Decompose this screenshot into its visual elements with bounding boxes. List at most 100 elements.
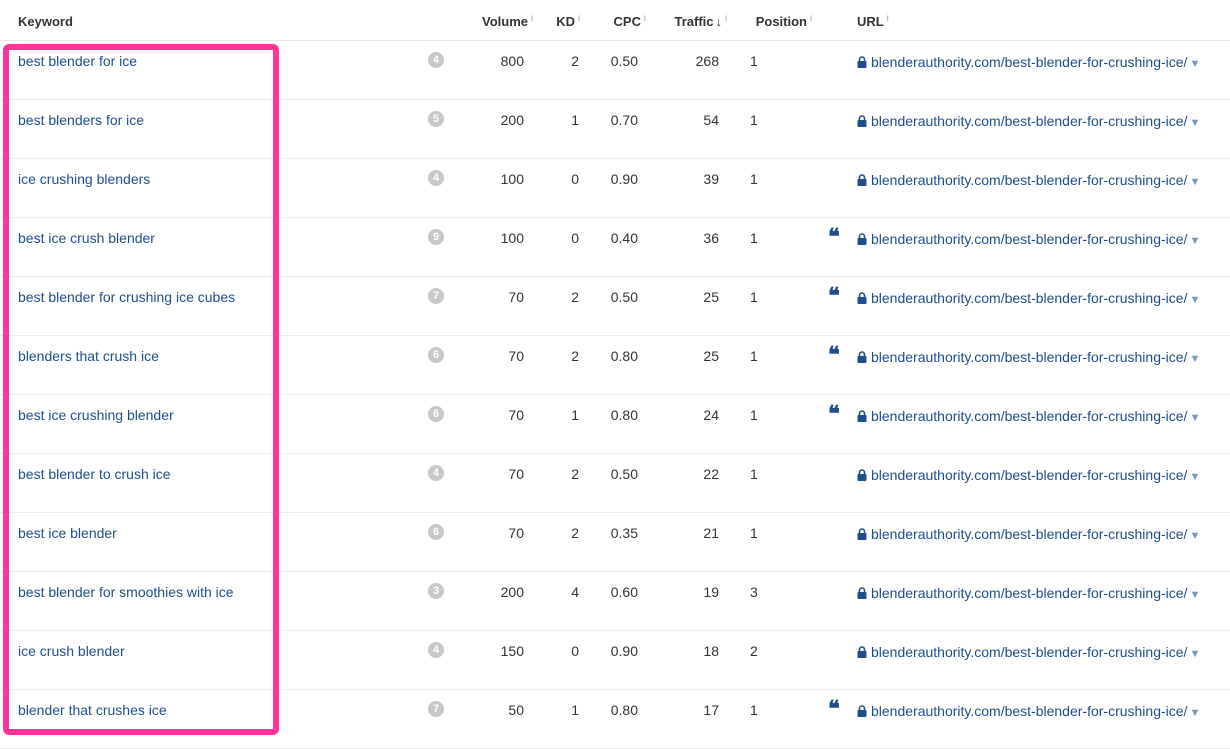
info-icon[interactable]: i xyxy=(810,13,812,23)
url-link[interactable]: blenderauthority.com/best-blender-for-cr… xyxy=(857,170,1202,192)
keyword-difficulty-badge[interactable]: 4 xyxy=(428,465,444,481)
caret-down-icon[interactable]: ▼ xyxy=(1189,58,1200,70)
url-link[interactable]: blenderauthority.com/best-blender-for-cr… xyxy=(857,701,1202,723)
caret-down-icon[interactable]: ▼ xyxy=(1189,235,1200,247)
lock-icon xyxy=(857,292,867,304)
quote-icon: ❝ xyxy=(828,342,840,368)
column-header-volume[interactable]: Volume i xyxy=(482,13,533,30)
keyword-difficulty-badge[interactable]: 5 xyxy=(428,111,444,127)
quote-icon: ❝ xyxy=(828,696,840,722)
quote-icon: ❝ xyxy=(828,224,840,250)
cpc-value: 0.80 xyxy=(610,702,638,718)
column-header-cpc[interactable]: CPC i xyxy=(614,13,646,30)
keyword-link[interactable]: best blender for ice xyxy=(18,52,137,70)
keyword-link[interactable]: best blender to crush ice xyxy=(18,465,171,483)
caret-down-icon[interactable]: ▼ xyxy=(1189,530,1200,542)
table-row: best blenders for ice 5 200 1 0.70 54 1 … xyxy=(0,100,1230,159)
position-value: 1 xyxy=(750,702,758,718)
caret-down-icon[interactable]: ▼ xyxy=(1189,412,1200,424)
traffic-value: 25 xyxy=(703,348,719,364)
keyword-difficulty-badge[interactable]: 4 xyxy=(428,642,444,658)
table-row: ice crushing blenders 4 100 0 0.90 39 1 … xyxy=(0,159,1230,218)
url-link[interactable]: blenderauthority.com/best-blender-for-cr… xyxy=(857,229,1202,251)
kd-value: 2 xyxy=(571,525,579,541)
url-link[interactable]: blenderauthority.com/best-blender-for-cr… xyxy=(857,642,1202,664)
url-text: blenderauthority.com/best-blender-for-cr… xyxy=(871,526,1188,542)
info-icon[interactable]: i xyxy=(725,13,727,23)
column-header-url[interactable]: URL i xyxy=(857,13,889,30)
kd-value: 2 xyxy=(571,466,579,482)
keyword-difficulty-badge[interactable]: 7 xyxy=(428,701,444,717)
caret-down-icon[interactable]: ▼ xyxy=(1189,589,1200,601)
url-text: blenderauthority.com/best-blender-for-cr… xyxy=(871,644,1188,660)
keyword-link[interactable]: ice crushing blenders xyxy=(18,170,150,188)
column-header-traffic[interactable]: Traffic ↓ i xyxy=(674,13,727,30)
caret-down-icon[interactable]: ▼ xyxy=(1189,176,1200,188)
info-icon[interactable]: i xyxy=(531,13,533,23)
info-icon[interactable]: i xyxy=(644,13,646,23)
column-header-keyword-label: Keyword xyxy=(18,14,73,29)
keyword-difficulty-badge[interactable]: 6 xyxy=(428,524,444,540)
info-icon[interactable]: i xyxy=(887,13,889,23)
url-link[interactable]: blenderauthority.com/best-blender-for-cr… xyxy=(857,52,1202,74)
position-value: 1 xyxy=(750,289,758,305)
column-header-kd[interactable]: KD i xyxy=(556,13,580,30)
url-text: blenderauthority.com/best-blender-for-cr… xyxy=(871,703,1188,719)
url-link[interactable]: blenderauthority.com/best-blender-for-cr… xyxy=(857,288,1202,310)
traffic-value: 17 xyxy=(703,702,719,718)
volume-value: 70 xyxy=(508,525,524,541)
volume-value: 150 xyxy=(500,643,524,659)
keyword-difficulty-badge[interactable]: 6 xyxy=(428,347,444,363)
keyword-link[interactable]: best ice blender xyxy=(18,524,117,542)
keyword-link[interactable]: best blender for crushing ice cubes xyxy=(18,288,235,306)
caret-down-icon[interactable]: ▼ xyxy=(1189,117,1200,129)
traffic-value: 39 xyxy=(703,171,719,187)
keyword-link[interactable]: blenders that crush ice xyxy=(18,347,159,365)
url-text: blenderauthority.com/best-blender-for-cr… xyxy=(871,408,1188,424)
url-text: blenderauthority.com/best-blender-for-cr… xyxy=(871,231,1188,247)
keyword-difficulty-badge[interactable]: 4 xyxy=(428,170,444,186)
quote-icon: ❝ xyxy=(828,401,840,427)
keyword-difficulty-badge[interactable]: 3 xyxy=(428,583,444,599)
caret-down-icon[interactable]: ▼ xyxy=(1189,471,1200,483)
column-header-volume-label: Volume xyxy=(482,14,528,29)
url-link[interactable]: blenderauthority.com/best-blender-for-cr… xyxy=(857,524,1202,546)
keyword-link[interactable]: best ice crush blender xyxy=(18,229,155,247)
traffic-value: 268 xyxy=(695,53,719,69)
url-link[interactable]: blenderauthority.com/best-blender-for-cr… xyxy=(857,347,1202,369)
caret-down-icon[interactable]: ▼ xyxy=(1189,648,1200,660)
traffic-value: 19 xyxy=(703,584,719,600)
kd-value: 2 xyxy=(571,348,579,364)
keyword-link[interactable]: best ice crushing blender xyxy=(18,406,174,424)
keyword-link[interactable]: blender that crushes ice xyxy=(18,701,167,719)
keyword-difficulty-badge[interactable]: 9 xyxy=(428,229,444,245)
position-value: 3 xyxy=(750,584,758,600)
keyword-link[interactable]: best blender for smoothies with ice xyxy=(18,583,234,601)
column-header-keyword[interactable]: Keyword xyxy=(18,14,73,30)
column-header-position[interactable]: Position i xyxy=(756,13,812,30)
url-text: blenderauthority.com/best-blender-for-cr… xyxy=(871,349,1188,365)
caret-down-icon[interactable]: ▼ xyxy=(1189,707,1200,719)
url-link[interactable]: blenderauthority.com/best-blender-for-cr… xyxy=(857,406,1202,428)
volume-value: 800 xyxy=(500,53,524,69)
keyword-link[interactable]: ice crush blender xyxy=(18,642,125,660)
info-icon[interactable]: i xyxy=(578,13,580,23)
url-link[interactable]: blenderauthority.com/best-blender-for-cr… xyxy=(857,111,1202,133)
quote-icon: ❝ xyxy=(828,283,840,309)
keyword-difficulty-badge[interactable]: 7 xyxy=(428,288,444,304)
table-row: best ice blender 6 70 2 0.35 21 1 blende… xyxy=(0,513,1230,572)
keyword-link[interactable]: best blenders for ice xyxy=(18,111,144,129)
keyword-difficulty-badge[interactable]: 4 xyxy=(428,52,444,68)
cpc-value: 0.50 xyxy=(610,466,638,482)
caret-down-icon[interactable]: ▼ xyxy=(1189,353,1200,365)
url-link[interactable]: blenderauthority.com/best-blender-for-cr… xyxy=(857,583,1202,605)
position-value: 1 xyxy=(750,230,758,246)
kd-value: 2 xyxy=(571,289,579,305)
table-row: blenders that crush ice 6 70 2 0.80 25 1… xyxy=(0,336,1230,395)
cpc-value: 0.70 xyxy=(610,112,638,128)
keyword-difficulty-badge[interactable]: 6 xyxy=(428,406,444,422)
caret-down-icon[interactable]: ▼ xyxy=(1189,294,1200,306)
url-link[interactable]: blenderauthority.com/best-blender-for-cr… xyxy=(857,465,1202,487)
traffic-value: 54 xyxy=(703,112,719,128)
table-row: best ice crush blender 9 100 0 0.40 36 1… xyxy=(0,218,1230,277)
